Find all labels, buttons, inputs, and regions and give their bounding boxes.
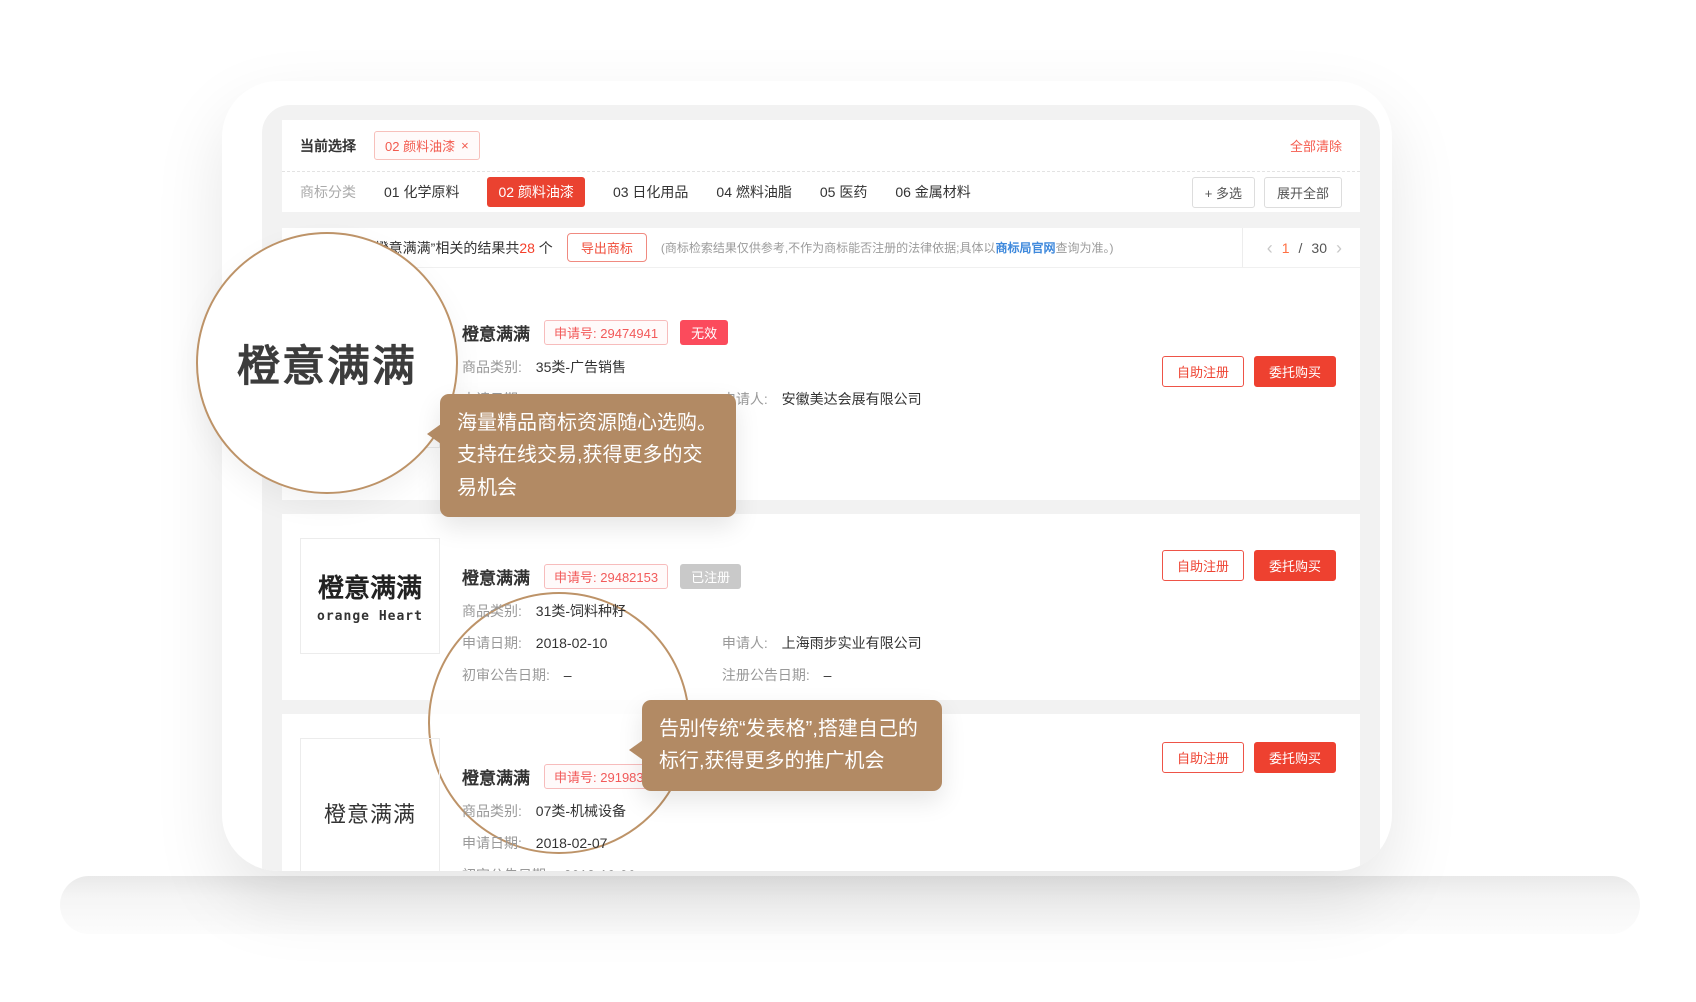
pagination-total: 30 bbox=[1311, 240, 1327, 256]
clear-all-button[interactable]: 全部清除 bbox=[1290, 136, 1342, 155]
disclaimer-suffix: 查询为准。) bbox=[1056, 241, 1114, 255]
self-register-button[interactable]: 自助注册 bbox=[1162, 742, 1244, 773]
applicant-value: 安徽美达会展有限公司 bbox=[782, 391, 922, 407]
trademark-thumbnail[interactable]: 橙意满满 orange Heart bbox=[300, 538, 440, 654]
category-item-01[interactable]: 01 化学原料 bbox=[384, 182, 459, 202]
trademark-office-link[interactable]: 商标局官网 bbox=[996, 241, 1056, 255]
pagination-separator: / bbox=[1299, 240, 1303, 256]
status-badge: 无效 bbox=[680, 320, 728, 345]
category-field-label: 商品类别: bbox=[462, 603, 522, 619]
result-row-2: 橙意满满 orange Heart 橙意满满 申请号: 29482153 已注册 bbox=[282, 514, 1360, 700]
results-count: 28 bbox=[519, 240, 535, 256]
trademark-name[interactable]: 橙意满满 bbox=[462, 764, 530, 789]
application-number-tag: 申请号: 29474941 bbox=[544, 320, 668, 345]
thumbnail-text: 橙意满满 bbox=[318, 568, 422, 605]
summary-suffix: 个 bbox=[535, 240, 553, 256]
applicant-label: 申请人: bbox=[722, 635, 768, 651]
row-actions: 自助注册 委托购买 bbox=[1162, 356, 1336, 500]
application-number-label: 申请号: bbox=[554, 570, 597, 585]
trademark-thumbnail[interactable]: 橙意满满 bbox=[300, 738, 440, 871]
status-badge: 已注册 bbox=[680, 564, 741, 589]
category-field-label: 商品类别: bbox=[462, 359, 522, 375]
category-item-05[interactable]: 05 医药 bbox=[820, 182, 867, 202]
apply-date-label: 申请日期: bbox=[462, 635, 522, 651]
magnifier-circle-top: 橙意满满 bbox=[196, 232, 458, 494]
registration-publication-value: – bbox=[824, 667, 832, 683]
entrust-buy-button[interactable]: 委托购买 bbox=[1254, 742, 1336, 773]
category-item-03[interactable]: 03 日化用品 bbox=[613, 182, 688, 202]
selected-filter-tag[interactable]: 02 颜料油漆 × bbox=[374, 131, 480, 160]
applicant-value: 上海雨步实业有限公司 bbox=[782, 635, 922, 651]
category-row: 商标分类 01 化学原料 02 颜料油漆 03 日化用品 04 燃料油脂 05 … bbox=[282, 172, 1360, 212]
close-icon[interactable]: × bbox=[461, 138, 469, 153]
category-label: 商标分类 bbox=[300, 182, 356, 202]
laptop-base bbox=[60, 876, 1640, 934]
chevron-left-icon[interactable]: ‹ bbox=[1267, 239, 1273, 257]
thumbnail-text: 橙意满满 bbox=[324, 797, 416, 829]
application-number-value: 29474941 bbox=[600, 326, 658, 341]
filter-panel: 当前选择 02 颜料油漆 × 全部清除 商标分类 01 化学原料 02 颜料油漆… bbox=[282, 120, 1360, 212]
expand-all-button[interactable]: 展开全部 bbox=[1264, 177, 1342, 208]
tooltip-promotion: 告别传统“发表格”,搭建自己的标行,获得更多的推广机会 bbox=[642, 700, 942, 791]
selected-filter-tag-label: 02 颜料油漆 bbox=[385, 136, 455, 155]
category-item-06[interactable]: 06 金属材料 bbox=[895, 182, 970, 202]
page: 当前选择 02 颜料油漆 × 全部清除 商标分类 01 化学原料 02 颜料油漆… bbox=[0, 0, 1696, 1002]
trademark-name[interactable]: 橙意满满 bbox=[462, 320, 530, 345]
chevron-right-icon[interactable]: › bbox=[1336, 239, 1342, 257]
category-field-value: 07类-机械设备 bbox=[536, 803, 626, 819]
trademark-name[interactable]: 橙意满满 bbox=[462, 564, 530, 589]
thumbnail-subtext: orange Heart bbox=[317, 609, 423, 624]
tooltip-marketplace: 海量精品商标资源随心选购。支持在线交易,获得更多的交易机会 bbox=[440, 394, 736, 517]
trademark-details: 橙意满满 申请号: 29482153 已注册 商品类别: 31类-饲料种籽 bbox=[440, 514, 1162, 700]
category-field-value: 35类-广告销售 bbox=[536, 359, 626, 375]
first-publication-value: 2018-10-06 bbox=[564, 867, 636, 871]
multi-select-button[interactable]: + 多选 bbox=[1192, 177, 1255, 208]
first-publication-value: – bbox=[564, 667, 572, 683]
application-number-tag: 申请号: 29482153 bbox=[544, 564, 668, 589]
entrust-buy-button[interactable]: 委托购买 bbox=[1254, 550, 1336, 581]
row-actions: 自助注册 委托购买 bbox=[1162, 550, 1336, 700]
pagination: ‹ 1 / 30 › bbox=[1242, 228, 1360, 268]
pagination-current: 1 bbox=[1282, 240, 1290, 256]
magnified-trademark-text: 橙意满满 bbox=[237, 332, 417, 394]
apply-date-value: 2018-02-07 bbox=[536, 835, 608, 851]
application-number-label: 申请号: bbox=[554, 770, 597, 785]
disclaimer-text: (商标检索结果仅供参考,不作为商标能否注册的法律依据;具体以商标局官网查询为准。… bbox=[661, 239, 1114, 256]
apply-date-value: 2018-02-10 bbox=[536, 635, 608, 651]
export-trademarks-button[interactable]: 导出商标 bbox=[567, 233, 647, 262]
current-selection-row: 当前选择 02 颜料油漆 × 全部清除 bbox=[282, 120, 1360, 172]
category-field-value: 31类-饲料种籽 bbox=[536, 603, 626, 619]
category-field-label: 商品类别: bbox=[462, 803, 522, 819]
summary-mid: ”相关的结果共 bbox=[431, 240, 520, 256]
first-publication-label: 初审公告日期: bbox=[462, 867, 550, 871]
apply-date-label: 申请日期: bbox=[462, 835, 522, 851]
self-register-button[interactable]: 自助注册 bbox=[1162, 356, 1244, 387]
first-publication-label: 初审公告日期: bbox=[462, 667, 550, 683]
results-header: 为您检索到“橙意满满”相关的结果共28 个 导出商标 (商标检索结果仅供参考,不… bbox=[282, 228, 1360, 268]
entrust-buy-button[interactable]: 委托购买 bbox=[1254, 356, 1336, 387]
category-item-02-active[interactable]: 02 颜料油漆 bbox=[487, 177, 584, 207]
current-selection-label: 当前选择 bbox=[300, 136, 356, 156]
disclaimer-prefix: (商标检索结果仅供参考,不作为商标能否注册的法律依据;具体以 bbox=[661, 241, 996, 255]
application-number-label: 申请号: bbox=[554, 326, 597, 341]
registration-publication-label: 注册公告日期: bbox=[722, 667, 810, 683]
row-actions: 自助注册 委托购买 bbox=[1162, 742, 1336, 871]
category-item-04[interactable]: 04 燃料油脂 bbox=[716, 182, 791, 202]
self-register-button[interactable]: 自助注册 bbox=[1162, 550, 1244, 581]
application-number-value: 29482153 bbox=[600, 570, 658, 585]
